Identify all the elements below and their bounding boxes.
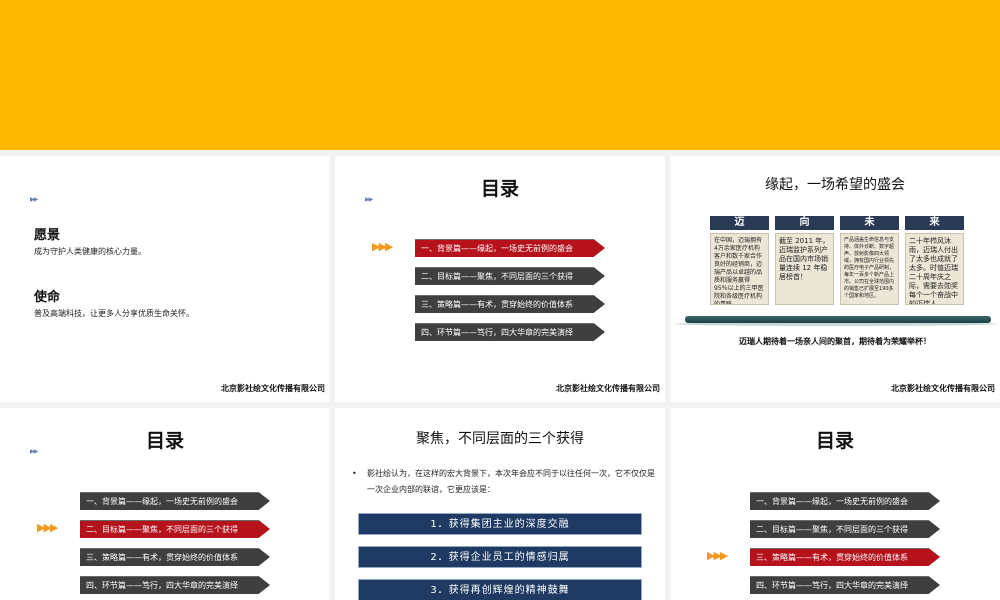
vision-heading: 愿景 xyxy=(34,228,61,243)
toc-item-background[interactable]: 一、背景篇——缘起，一场史无前例的盛会 xyxy=(80,492,270,510)
toc-title: 目录 xyxy=(145,430,184,452)
toc-item-background[interactable]: 一、背景篇——缘起，一场史无前例的盛会 xyxy=(415,239,605,257)
toc-marker-icon: ▶▶▶ xyxy=(707,549,728,562)
column-text-mai: 在中国，迈瑞拥有4万余家医疗机构客户和数千家合作良好的经销商，迈瑞产品以卓越的品… xyxy=(710,233,769,305)
mission-text: 普及高端科技，让更多人分享优质生命关怀。 xyxy=(34,309,194,318)
slide-toc-1[interactable]: ▶▶ 目录 ▶▶▶ 一、背景篇——缘起，一场史无前例的盛会 二、目标篇——聚焦，… xyxy=(335,156,665,402)
column-head-wei: 未 xyxy=(840,216,899,230)
column-text-xiang: 截至 2011 年，迈瑞监护系列产品在国内市场销量连续 12 年稳居榜首！ xyxy=(775,233,834,305)
gain-item-3[interactable]: 3．获得再创辉煌的精神鼓舞 xyxy=(358,579,642,600)
grid-gap xyxy=(330,150,335,600)
gain-item-1[interactable]: 1．获得集团主业的深度交融 xyxy=(358,513,642,535)
column-head-xiang: 向 xyxy=(775,216,834,230)
toc-item-agenda[interactable]: 四、环节篇——笃行，四大华章的完美演绎 xyxy=(80,576,270,594)
toc-marker-icon: ▶▶▶ xyxy=(37,521,58,534)
toc-title: 目录 xyxy=(815,430,854,452)
focus-bullet-text: 影社绘认为，在这样的宏大背景下，本次年会应不同于以往任何一次，它不仅仅是一次企业… xyxy=(367,469,655,494)
company-footer: 北京影社绘文化传播有限公司 xyxy=(221,384,325,393)
column-head-mai: 迈 xyxy=(710,216,769,230)
toc-item-goal[interactable]: 二、目标篇——聚焦，不同层面的三个获得 xyxy=(750,520,940,538)
toc-title: 目录 xyxy=(480,178,519,200)
toc-item-agenda[interactable]: 四、环节篇——笃行，四大华章的完美演绎 xyxy=(415,323,605,341)
focus-bullet: • 影社绘认为，在这样的宏大背景下，本次年会应不同于以往任何一次，它不仅仅是一次… xyxy=(352,466,655,498)
focus-title: 聚焦，不同层面的三个获得 xyxy=(416,431,584,447)
column-text-wei: 产品涵盖生命信息与支持、体外诊断、数字超声、放射影像四大领域，拥有国内行业领先的… xyxy=(840,233,899,305)
slide-origin[interactable]: 缘起，一场希望的盛会 迈 向 未 来 在中国，迈瑞拥有4万余家医疗机构客户和数千… xyxy=(670,156,1000,402)
toc-item-background[interactable]: 一、背景篇——缘起，一场史无前例的盛会 xyxy=(750,492,940,510)
gain-item-2[interactable]: 2．获得企业员工的情感归属 xyxy=(358,546,642,568)
toc-item-goal[interactable]: 二、目标篇——聚焦，不同层面的三个获得 xyxy=(415,267,605,285)
stage-platform xyxy=(685,316,991,323)
company-footer: 北京影社绘文化传播有限公司 xyxy=(556,384,660,393)
grid-gap xyxy=(0,402,1000,408)
toc-item-strategy[interactable]: 三、策略篇——有术，贯穿始终的价值体系 xyxy=(415,295,605,313)
slide-toc-3[interactable]: 目录 一、背景篇——缘起，一场史无前例的盛会 二、目标篇——聚焦，不同层面的三个… xyxy=(670,408,1000,600)
vision-text: 成为守护人类健康的核心力量。 xyxy=(34,247,146,256)
slide-focus[interactable]: 聚焦，不同层面的三个获得 • 影社绘认为，在这样的宏大背景下，本次年会应不同于以… xyxy=(335,408,665,600)
toc-marker-icon: ▶▶▶ xyxy=(372,240,393,253)
bullet-dot-icon: • xyxy=(352,469,357,478)
toc-item-goal[interactable]: 二、目标篇——聚焦，不同层面的三个获得 xyxy=(80,520,270,538)
grid-gap xyxy=(665,150,670,600)
toc-item-agenda[interactable]: 四、环节篇——笃行，四大华章的完美演绎 xyxy=(750,576,940,594)
top-banner xyxy=(0,0,1000,150)
origin-title: 缘起，一场希望的盛会 xyxy=(765,177,905,193)
slide-toc-2[interactable]: ▶▶ 目录 一、背景篇——缘起，一场史无前例的盛会 ▶▶▶ 二、目标篇——聚焦，… xyxy=(0,408,330,600)
mission-heading: 使命 xyxy=(34,290,61,305)
toc-item-strategy[interactable]: 三、策略篇——有术，贯穿始终的价值体系 xyxy=(80,548,270,566)
column-text-lai: 二十年栉风沐雨，迈瑞人付出了太多也成就了太多。时值迈瑞二十周年庆之际，需要去勋奖… xyxy=(905,233,964,305)
slide-vision-mission[interactable]: ▶▶ 愿景 成为守护人类健康的核心力量。 使命 普及高端科技，让更多人分享优质生… xyxy=(0,156,330,402)
grid-gap xyxy=(0,150,1000,156)
origin-caption: 迈瑞人期待着一场亲人间的聚首，期待着为荣耀举杯！ xyxy=(739,337,931,346)
company-footer: 北京影社绘文化传播有限公司 xyxy=(891,384,995,393)
slide-arrow-icon: ▶▶ xyxy=(30,196,38,203)
toc-item-strategy[interactable]: 三、策略篇——有术，贯穿始终的价值体系 xyxy=(750,548,940,566)
column-head-lai: 来 xyxy=(905,216,964,230)
